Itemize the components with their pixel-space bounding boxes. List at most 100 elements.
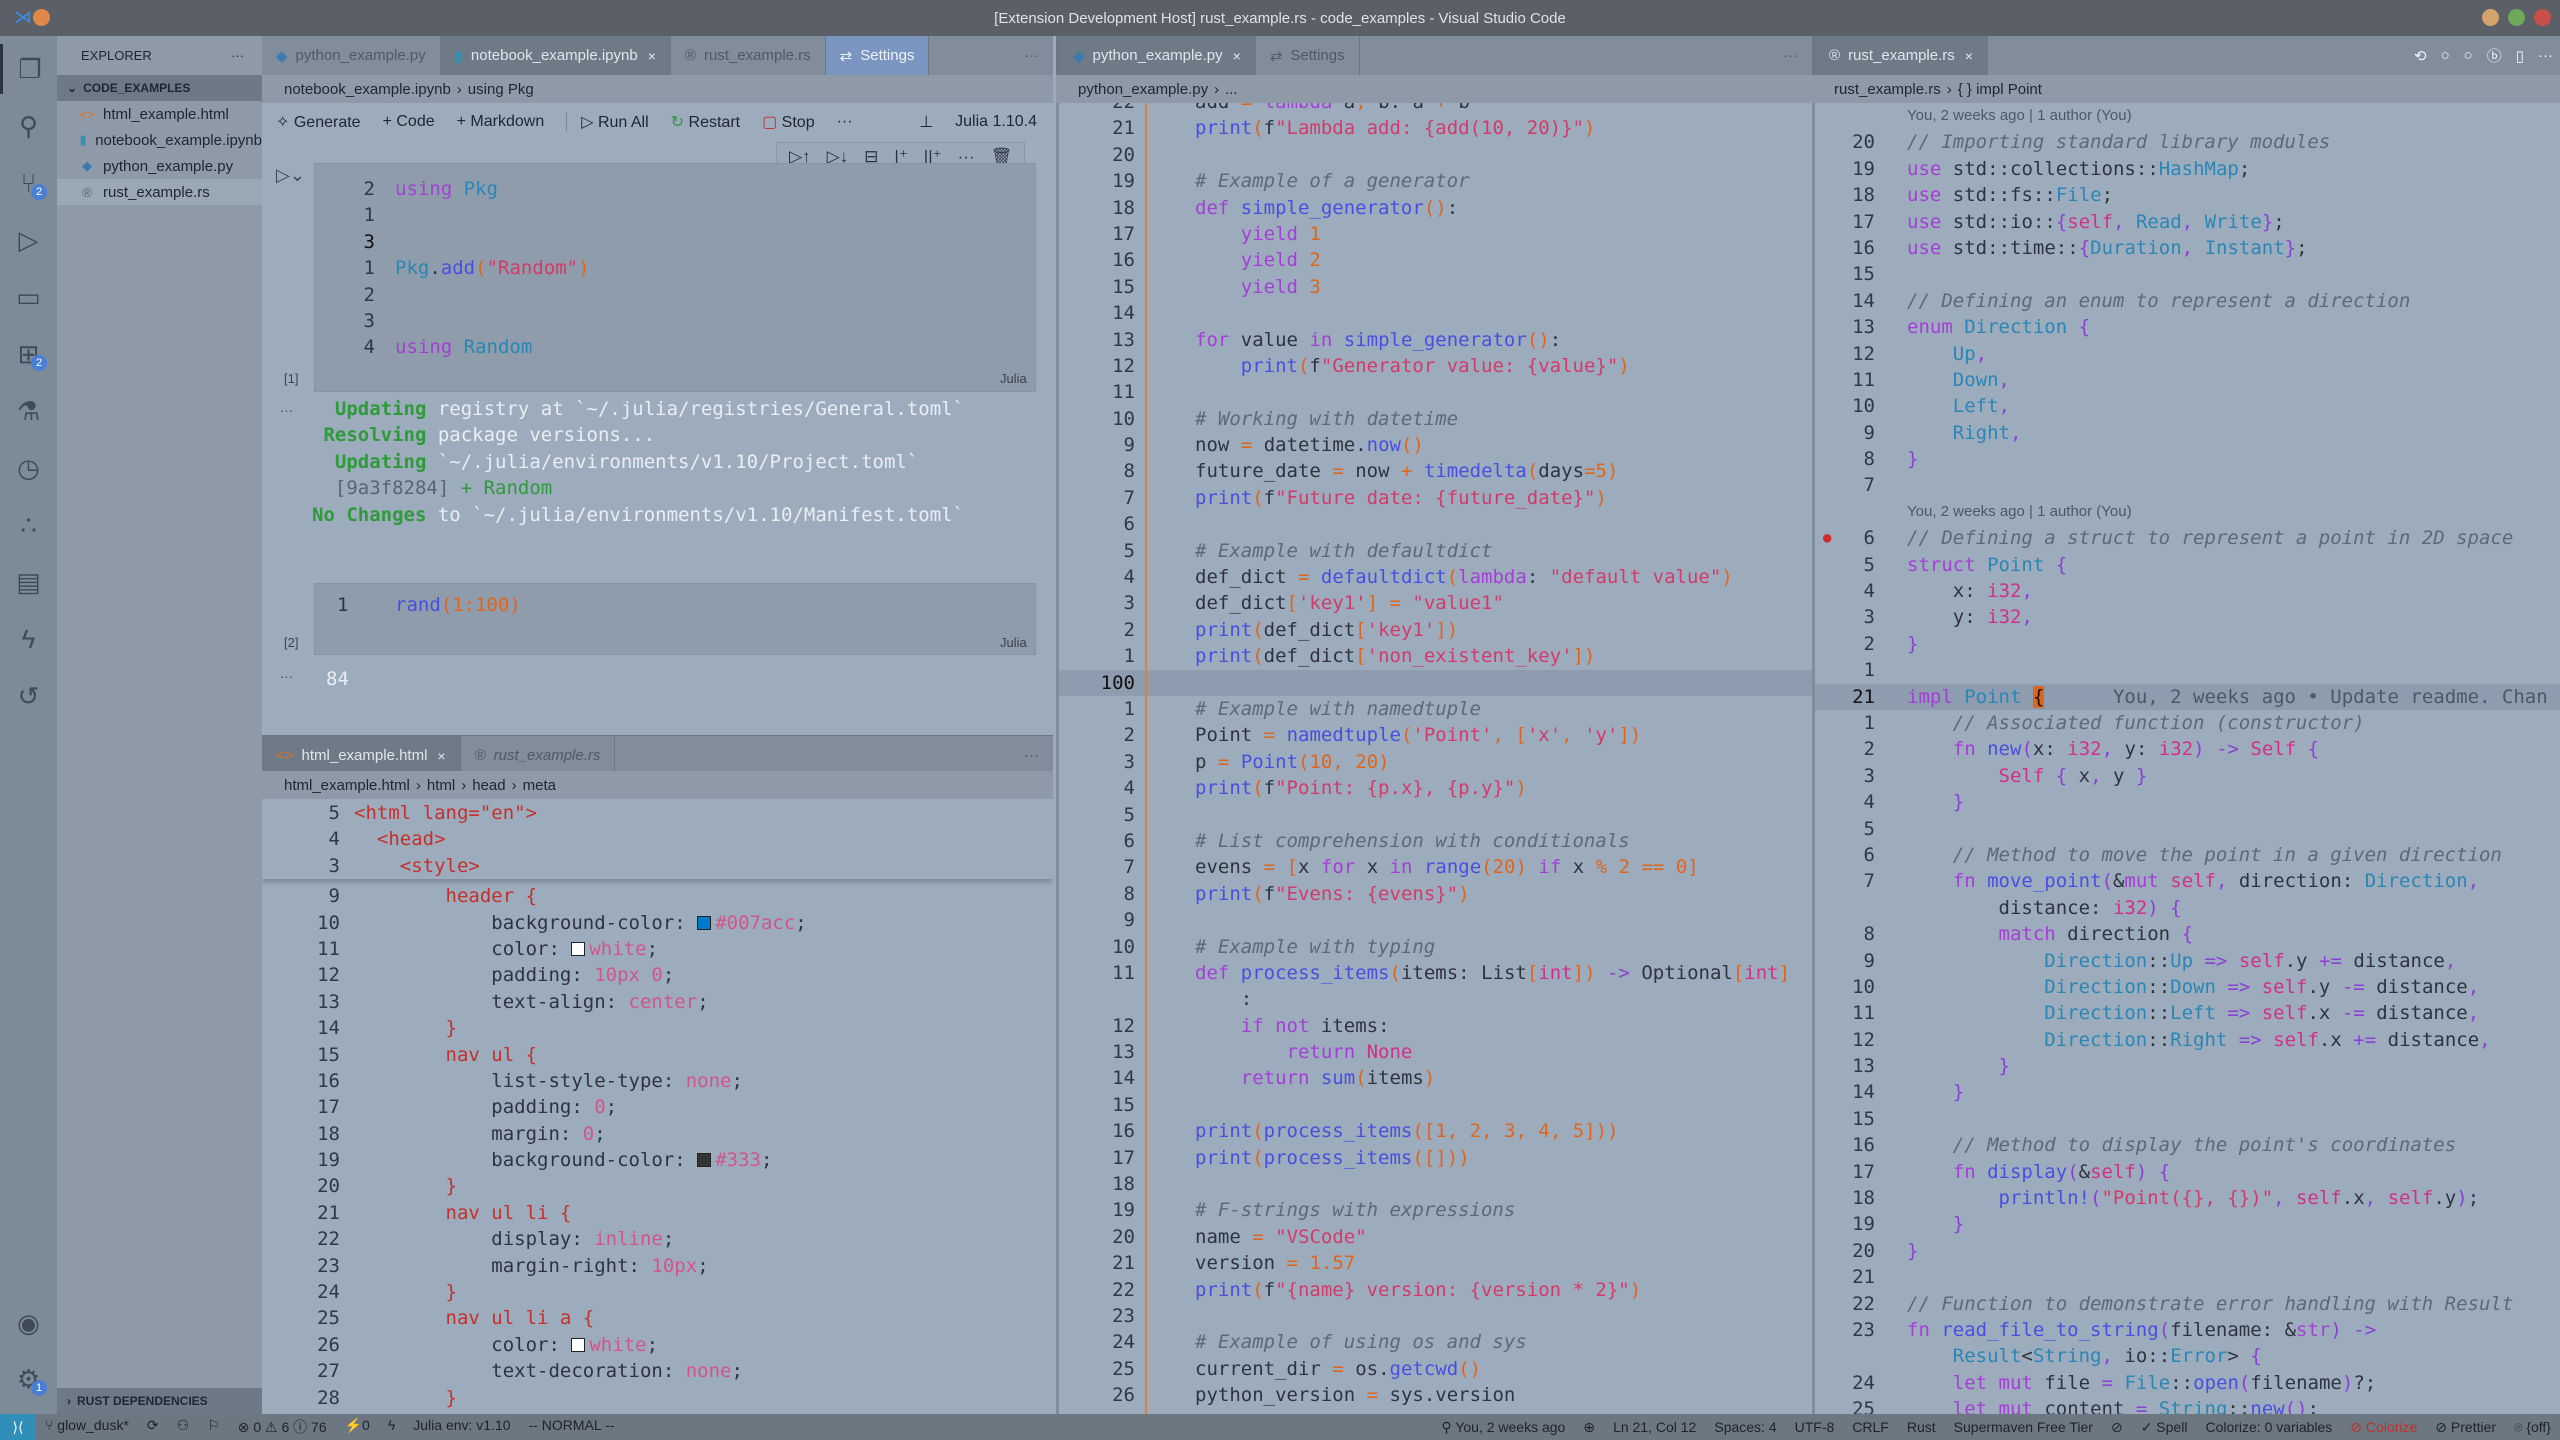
color-swatch[interactable] (571, 1337, 586, 1352)
file-item[interactable]: ▮ notebook_example.ipynb (57, 127, 262, 153)
html-editor[interactable]: 5 <html lang="en"> 4 <head> 3 <style> 9 head… (262, 799, 1053, 1414)
stop-button[interactable]: ▢ Stop (762, 112, 814, 132)
tab-python-example-py[interactable]: ◆ python_example.py (262, 36, 441, 75)
code-cell-1[interactable]: 2 using Pkg 1 3 1 Pkg.add("Random") 2 3 4 using R… (314, 163, 1036, 392)
kernel-picker[interactable]: ⊥ Julia 1.10.4 (919, 107, 1037, 137)
file-item[interactable]: <> html_example.html (57, 101, 262, 127)
status-item[interactable]: Supermaven Free Tier (1945, 1419, 2102, 1436)
breadcrumb-item[interactable]: html (427, 777, 455, 794)
status-item[interactable]: Julia env: v1.10 (404, 1417, 519, 1437)
status-item[interactable]: CRLF (1843, 1419, 1898, 1436)
status-item[interactable]: Colorize: 0 variables (2196, 1419, 2341, 1436)
breakpoint-icon[interactable]: ● (1823, 525, 1831, 551)
status-item[interactable]: -- NORMAL -- (520, 1417, 624, 1437)
run-all-button[interactable]: ▷ Run All (566, 112, 649, 132)
status-item[interactable]: Ln 21, Col 12 (1604, 1419, 1705, 1436)
status-item[interactable]: UTF-8 (1786, 1419, 1844, 1436)
status-item[interactable]: ⚡0 (336, 1417, 379, 1437)
history-button[interactable]: ↺ (0, 671, 57, 721)
status-item[interactable]: Spaces: 4 (1705, 1419, 1785, 1436)
run-debug-button[interactable]: ▷ (0, 215, 57, 265)
tab-rust-example-rs[interactable]: ® rust_example.rs × (1815, 36, 1988, 75)
editor-action-button[interactable]: ▯ (2509, 36, 2531, 75)
folder-code-examples[interactable]: ⌄ CODE_EXAMPLES (57, 75, 262, 101)
status-item[interactable]: ⌾ {off} (2505, 1419, 2560, 1436)
source-control-button[interactable]: ⑂ 2 (0, 158, 57, 208)
status-item[interactable]: ⚐ (198, 1417, 229, 1437)
output-more-button[interactable]: ··· (280, 669, 293, 684)
status-item[interactable]: ⚇ (168, 1417, 199, 1437)
toolbar-more-button[interactable]: ··· (837, 113, 853, 131)
status-item[interactable]: ⑂ glow_dusk* (36, 1417, 138, 1437)
color-swatch[interactable] (571, 941, 586, 956)
add-markdown-cell-button[interactable]: + Markdown (457, 113, 545, 131)
run-cell-button[interactable]: ▷⌄ (276, 165, 305, 186)
restart-button[interactable]: ↻ Restart (671, 112, 740, 132)
settings-button[interactable]: ⚙ 1 (0, 1354, 57, 1404)
tab-rust-example-rs[interactable]: ® rust_example.rs (671, 36, 826, 75)
status-item[interactable]: ⚲ You, 2 weeks ago (1432, 1419, 1574, 1436)
breadcrumb-item[interactable]: html_example.html (284, 777, 410, 794)
color-swatch[interactable] (697, 915, 712, 930)
maximize-button[interactable] (2508, 9, 2525, 26)
codelens[interactable]: You, 2 weeks ago | 1 author (You) (1815, 499, 2560, 525)
breadcrumb-item[interactable]: python_example.py (1078, 81, 1208, 98)
codelens[interactable]: You, 2 weeks ago | 1 author (You) (1815, 103, 2560, 129)
status-item[interactable]: ⊘ Colorize (2341, 1419, 2426, 1436)
editor-action-button[interactable]: ○ (2434, 36, 2457, 75)
testing-button[interactable]: ⚗ (0, 386, 57, 436)
julia-button[interactable]: ∴ (0, 500, 57, 550)
close-icon[interactable]: × (648, 48, 656, 64)
breadcrumb-item[interactable]: rust_example.rs (1834, 81, 1941, 98)
tab-rust-example-rs[interactable]: ® rust_example.rs (461, 736, 616, 775)
section-rust-dependencies[interactable]: › RUST DEPENDENCIES (57, 1388, 262, 1414)
status-item[interactable]: ⊘ (2102, 1419, 2132, 1436)
explorer-more-button[interactable]: ··· (231, 48, 244, 63)
breadcrumb-item[interactable]: { } impl Point (1958, 81, 2042, 98)
extensions-button[interactable]: ⊞ 2 (0, 329, 57, 379)
search-button[interactable]: ⚲ (0, 101, 57, 151)
close-icon[interactable]: × (1233, 48, 1241, 64)
add-code-cell-button[interactable]: + Code (383, 113, 435, 131)
rust-editor[interactable]: You, 2 weeks ago | 1 author (You) 20// Im… (1812, 103, 2560, 1414)
python-editor[interactable]: 22add = lambda a, b: a + b21print(f"Lamb… (1056, 103, 1812, 1414)
status-item[interactable]: ✓ Spell (2132, 1419, 2197, 1436)
breadcrumb-item[interactable]: ... (1225, 81, 1238, 98)
code-cell-2[interactable]: 1 rand(1:100) (314, 583, 1036, 655)
editor-action-button[interactable]: ⓑ (2480, 36, 2509, 75)
output-more-button[interactable]: ··· (280, 403, 293, 418)
status-item[interactable]: ⟳ (138, 1417, 168, 1437)
breadcrumb-item[interactable]: meta (523, 777, 556, 794)
breadcrumb-item[interactable]: notebook_example.ipynb (284, 81, 451, 98)
tab-settings[interactable]: ⇄ Settings (1256, 36, 1360, 75)
editor-action-button[interactable]: ··· (2531, 36, 2560, 75)
close-window-button[interactable] (2534, 9, 2551, 26)
status-item[interactable]: Rust (1898, 1419, 1945, 1436)
generate-button[interactable]: ✧ Generate (276, 112, 361, 132)
status-item[interactable]: ⊗ 0 ⚠ 6 ⓘ 76 (229, 1417, 336, 1437)
remote-button[interactable]: ⟩⟨ (0, 1414, 36, 1440)
status-item[interactable]: ⊘ Prettier (2426, 1419, 2505, 1436)
account-button[interactable]: ◉ (0, 1298, 57, 1348)
file-item[interactable]: ® rust_example.rs (57, 179, 262, 205)
editor-action-button[interactable]: ○ (2457, 36, 2480, 75)
remote-explorer-button[interactable]: ▭ (0, 272, 57, 322)
breadcrumb-item[interactable]: head (472, 777, 505, 794)
more-actions-button[interactable]: ··· (1769, 36, 1812, 75)
more-actions-button[interactable]: ··· (1010, 36, 1053, 75)
close-icon[interactable]: × (437, 748, 445, 764)
status-item[interactable]: ϟ (379, 1417, 404, 1437)
lightning-button[interactable]: ϟ (0, 614, 57, 664)
tab-html-example-html[interactable]: <> html_example.html × (262, 736, 461, 775)
tab-notebook-example-ipynb[interactable]: ▮ notebook_example.ipynb × (440, 36, 671, 75)
status-item[interactable]: ⊕ (1574, 1419, 1604, 1436)
minimize-button[interactable] (2482, 9, 2499, 26)
breadcrumb-item[interactable]: using Pkg (468, 81, 534, 98)
sticky-scroll[interactable]: 5 <html lang="en"> 4 <head> 3 <style> (262, 799, 1053, 880)
explorer-button[interactable]: ❐ (0, 44, 57, 94)
tab-settings[interactable]: ⇄ Settings (825, 36, 930, 75)
timeline-button[interactable]: ◷ (0, 443, 57, 493)
terminal-button[interactable]: ▤ (0, 557, 57, 607)
close-icon[interactable]: × (1965, 48, 1973, 64)
file-item[interactable]: ◆ python_example.py (57, 153, 262, 179)
